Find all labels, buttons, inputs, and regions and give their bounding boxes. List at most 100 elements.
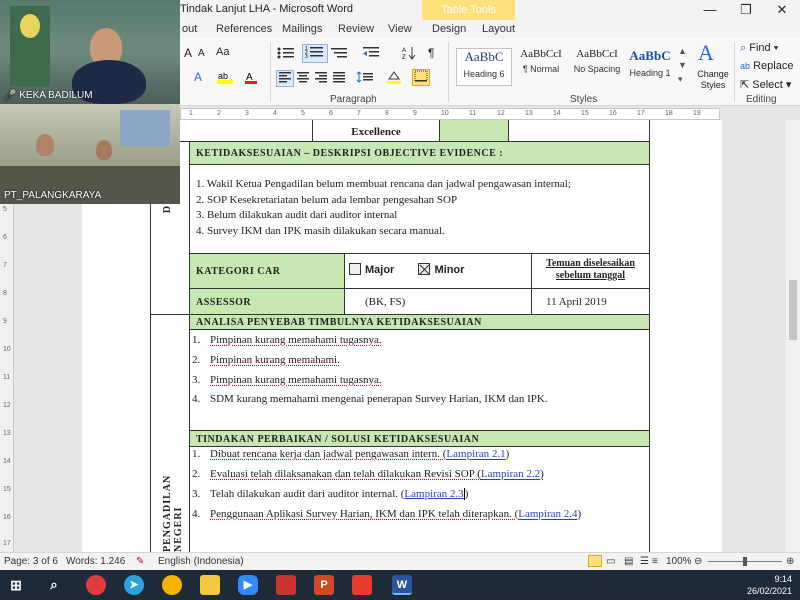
align-right-icon[interactable] (314, 71, 328, 86)
telegram-icon[interactable]: ➤ (124, 575, 144, 595)
style-no-spacing[interactable]: AaBbCcI No Spacing (569, 48, 625, 86)
section2-header[interactable]: ANALISA PENYEBAB TIMBULNYA KETIDAKSESUAI… (189, 314, 650, 330)
zoom-slider-thumb[interactable] (743, 557, 747, 566)
draft-view-icon[interactable]: ≡ (652, 556, 658, 567)
shrink-font-button[interactable]: A (198, 48, 205, 59)
horizontal-ruler[interactable]: 1 2 3 4 5 6 7 8 9 10 11 12 13 14 15 16 1… (180, 108, 720, 120)
bullets-icon[interactable] (276, 46, 296, 63)
shading-icon[interactable] (386, 70, 402, 87)
borders-icon[interactable] (412, 69, 430, 86)
search-icon[interactable]: ⌕ (44, 575, 64, 595)
action-2-link[interactable]: Lampiran 2.2 (481, 468, 540, 480)
tab-table-layout[interactable]: Layout (482, 23, 515, 35)
assessor-date-cell[interactable]: 11 April 2019 (531, 288, 650, 315)
find-button[interactable]: ⌕ Find ▾ (740, 42, 778, 55)
tab-review[interactable]: Review (338, 23, 374, 35)
word-count[interactable]: Words: 1.246 (66, 556, 125, 567)
chrome-icon[interactable] (162, 575, 182, 595)
major-checkbox[interactable] (349, 263, 361, 275)
vruler-mark: 16 (3, 514, 11, 521)
restore-button[interactable]: ❐ (728, 0, 764, 20)
vruler-mark: 14 (3, 458, 11, 465)
zoom-in-button[interactable]: ⊕ (786, 556, 794, 567)
action-1-link[interactable]: Lampiran 2.1 (446, 448, 505, 460)
highlight-icon[interactable]: ab (216, 70, 234, 87)
side-vertical-text-2: PENGADILAN NEGERI (162, 474, 184, 552)
app-icon-red-2[interactable] (352, 575, 372, 595)
section1-header[interactable]: KETIDAKSESUAIAN – DESKRIPSI OBJECTIVE EV… (189, 141, 650, 165)
finding-3: 3. Belum dilakukan audit dari auditor in… (196, 209, 398, 221)
style-normal[interactable]: AaBbCcI ¶ Normal (513, 48, 569, 86)
video-tile-keka-badilum[interactable]: 🎤 KEKA BADILUM (0, 0, 180, 104)
sort-icon[interactable]: AZ (402, 46, 416, 63)
section2-header-text: ANALISA PENYEBAB TIMBULNYA KETIDAKSESUAI… (196, 317, 482, 328)
proofing-icon[interactable]: ✎ (136, 556, 144, 567)
minimize-button[interactable]: — (692, 0, 728, 20)
file-explorer-icon[interactable] (200, 575, 220, 595)
select-button[interactable]: ⇱ Select ▾ (740, 78, 791, 91)
replace-button[interactable]: ab Replace (740, 60, 793, 72)
minor-checkbox[interactable] (418, 263, 431, 275)
excellence-empty-cell[interactable] (508, 120, 650, 142)
assessor-label-cell[interactable]: ASSESSOR (189, 288, 345, 315)
app-icon-paint[interactable] (86, 575, 106, 595)
system-clock[interactable]: 9:14 26/02/2021 (747, 573, 792, 597)
kategori-label-cell[interactable]: KATEGORI CAR (189, 253, 345, 289)
action-3-link[interactable]: Lampiran 2.3 (404, 488, 465, 500)
video-tile-pt-palangkaraya[interactable]: PT_PALANGKARAYA (0, 104, 180, 204)
scrollbar-thumb[interactable] (789, 280, 797, 340)
style-name: Heading 6 (463, 69, 505, 79)
temuan-cell[interactable]: Temuan diselesaikan sebelum tanggal (531, 253, 650, 289)
close-button[interactable]: ✕ (764, 0, 800, 20)
assessor-value-cell[interactable]: (BK, FS) (344, 288, 532, 315)
tab-mailings[interactable]: Mailings (282, 23, 322, 35)
zoom-slider[interactable] (708, 557, 782, 566)
tab-layout-partial[interactable]: out (182, 23, 197, 35)
video-screen-backdrop (120, 110, 170, 146)
action-4-link[interactable]: Lampiran 2.4 (518, 508, 577, 520)
styles-scroll-icon[interactable]: ▲ ▼ ▾ (678, 44, 687, 86)
app-icon-red-1[interactable] (276, 575, 296, 595)
text-effects-button[interactable]: A (194, 70, 202, 84)
kategori-options-cell[interactable]: Major Minor (344, 253, 532, 289)
style-name: Heading 1 (629, 68, 671, 78)
language-indicator[interactable]: English (Indonesia) (158, 556, 244, 567)
word-icon[interactable]: W (392, 575, 412, 595)
multilevel-list-icon[interactable] (330, 46, 350, 63)
show-marks-icon[interactable]: ¶ (428, 46, 434, 60)
align-left-icon[interactable] (276, 70, 294, 87)
web-layout-view-icon[interactable]: ▤ (624, 556, 633, 567)
vertical-scrollbar[interactable] (786, 120, 800, 552)
excellence-cell[interactable]: Excellence (312, 120, 440, 142)
change-styles-button[interactable]: Change Styles (694, 69, 732, 91)
cause-1-text: Pimpinan kurang memahami tugasnya. (210, 334, 382, 346)
tab-view[interactable]: View (388, 23, 412, 35)
section3-header[interactable]: TINDAKAN PERBAIKAN / SOLUSI KETIDAKSESUA… (189, 430, 650, 447)
excellence-green-cell[interactable] (439, 120, 509, 142)
change-styles-icon[interactable]: A (698, 40, 714, 66)
ruler-mark: 5 (301, 110, 305, 117)
zoom-app-icon[interactable]: ▶ (238, 575, 258, 595)
align-center-icon[interactable] (296, 71, 310, 86)
tab-design[interactable]: Design (432, 23, 466, 35)
print-layout-view-icon[interactable] (588, 555, 602, 567)
grow-font-button[interactable]: A (184, 46, 192, 60)
style-heading-6[interactable]: AaBbC Heading 6 (456, 48, 512, 86)
powerpoint-icon[interactable]: P (314, 575, 334, 595)
change-case-button[interactable]: Aa (216, 46, 229, 58)
outline-view-icon[interactable]: ☰ (640, 556, 649, 567)
style-heading-1[interactable]: AaBbC Heading 1 (625, 48, 675, 86)
windows-start-icon[interactable]: ⊞ (6, 575, 26, 595)
justify-icon[interactable] (332, 71, 346, 86)
ruler-mark: 16 (609, 110, 617, 117)
line-spacing-icon[interactable] (356, 71, 374, 86)
decrease-indent-icon[interactable] (362, 46, 380, 63)
zoom-level[interactable]: 100% (666, 556, 692, 567)
zoom-out-button[interactable]: ⊖ (694, 556, 702, 567)
page-count[interactable]: Page: 3 of 6 (4, 556, 58, 567)
vruler-mark: 17 (3, 540, 11, 547)
font-color-icon[interactable]: A (244, 70, 258, 87)
full-screen-view-icon[interactable]: ▭ (606, 556, 615, 567)
tab-references[interactable]: References (216, 23, 272, 35)
numbering-icon[interactable]: 123 (302, 44, 328, 63)
